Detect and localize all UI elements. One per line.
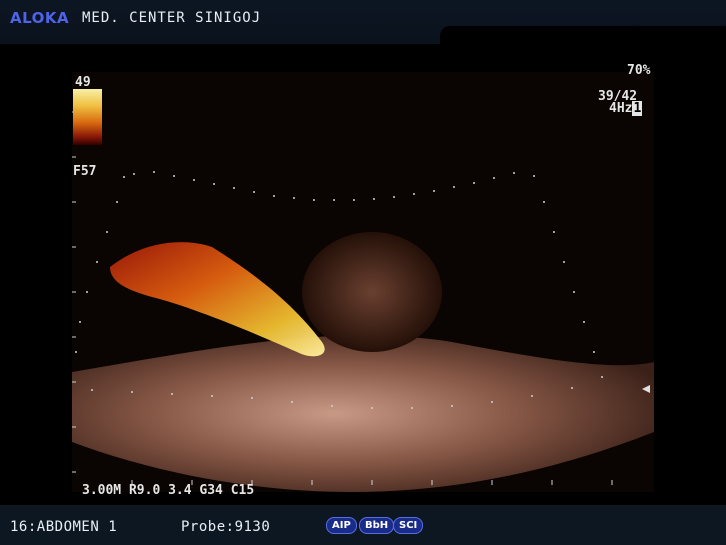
- focus-marker-icon: [642, 385, 650, 393]
- ultrasound-image: [72, 72, 654, 492]
- mass-region: [302, 232, 442, 352]
- mode-badge-sci: SCI: [393, 517, 424, 534]
- frame-rate-box: 1: [632, 101, 643, 116]
- hospital-name: MED. CENTER SINIGOJ: [82, 10, 262, 26]
- frame-rate-value: 4Hz: [609, 101, 633, 116]
- brand-logo: ALOKA: [10, 9, 70, 27]
- probe-label: Probe:9130: [181, 519, 271, 535]
- mode-badge-aip: AIP: [326, 517, 357, 534]
- preset-label: 16:ABDOMEN 1: [10, 519, 118, 535]
- acquisition-params: 3.00M R9.0 3.4 G34 C15: [82, 483, 255, 498]
- top-bar: ALOKA MED. CENTER SINIGOJ: [0, 0, 726, 48]
- top-bar-tab-shape: [440, 26, 726, 48]
- frame-rate: 4Hz1: [609, 101, 643, 116]
- frequency-tag: F57: [73, 164, 97, 179]
- gain-percent: 70%: [627, 63, 651, 78]
- mode-badge-bbh: BbH: [359, 517, 395, 534]
- colorbar-max-label: 49: [75, 75, 91, 90]
- color-scale-bar: [73, 89, 102, 145]
